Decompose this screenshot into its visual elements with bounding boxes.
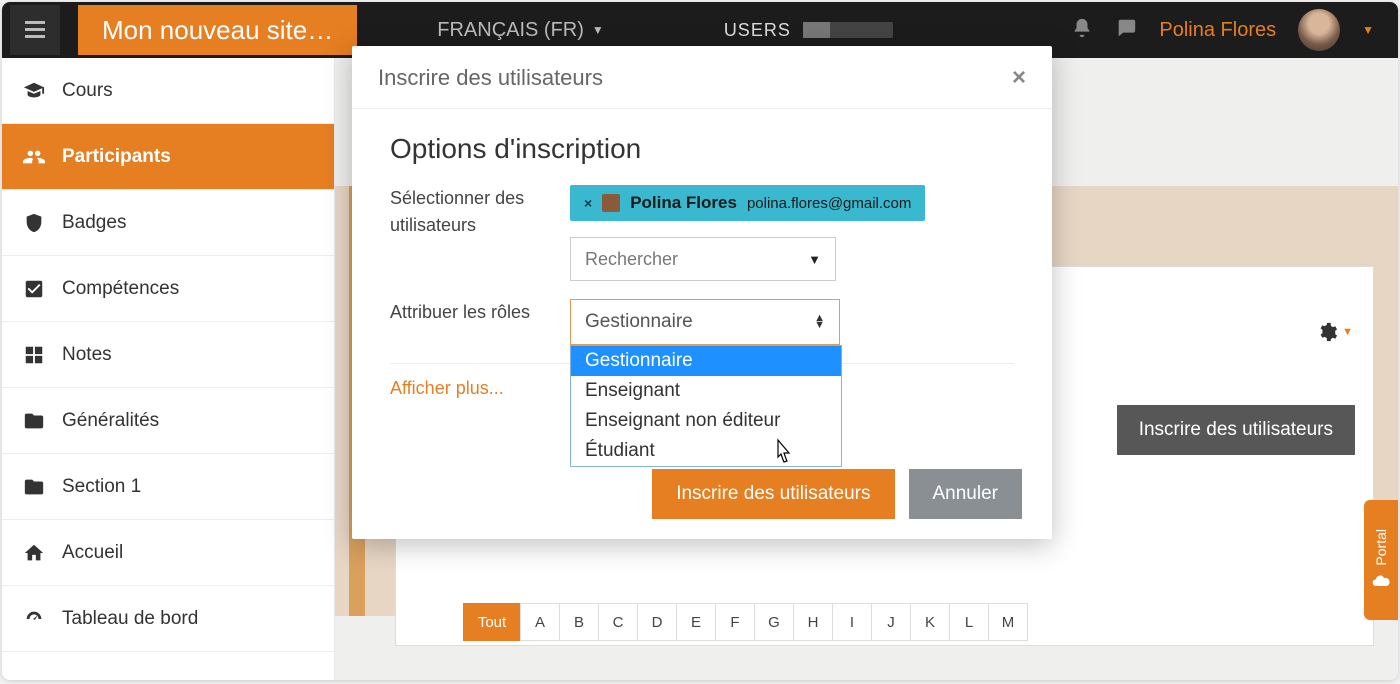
sidebar-item-label: Accueil bbox=[62, 542, 123, 564]
sidebar-item-label: Compétences bbox=[62, 278, 179, 300]
portal-label: Portal bbox=[1373, 529, 1389, 566]
show-more-link[interactable]: Afficher plus... bbox=[390, 378, 504, 399]
portal-tab[interactable]: Portal bbox=[1364, 500, 1398, 620]
enrol-users-page-button[interactable]: Inscrire des utilisateurs bbox=[1117, 405, 1355, 455]
sidebar-item-généralités[interactable]: Généralités bbox=[2, 388, 334, 454]
sidebar-item-compétences[interactable]: Compétences bbox=[2, 256, 334, 322]
alpha-I[interactable]: I bbox=[832, 603, 872, 641]
user-search-input[interactable]: Rechercher ▼ bbox=[570, 237, 836, 281]
sidebar-item-participants[interactable]: Participants bbox=[2, 124, 334, 190]
modal-title: Inscrire des utilisateurs bbox=[378, 65, 603, 91]
search-placeholder: Rechercher bbox=[585, 249, 678, 270]
selected-user-chip[interactable]: × Polina Flores polina.flores@gmail.com bbox=[570, 185, 925, 221]
grid-icon bbox=[22, 344, 46, 366]
role-option[interactable]: Enseignant non éditeur bbox=[571, 406, 841, 436]
sidebar-item-section-1[interactable]: Section 1 bbox=[2, 454, 334, 520]
role-dropdown: GestionnaireEnseignantEnseignant non édi… bbox=[570, 345, 842, 467]
role-option[interactable]: Gestionnaire bbox=[571, 346, 841, 376]
sidebar-item-notes[interactable]: Notes bbox=[2, 322, 334, 388]
alpha-K[interactable]: K bbox=[910, 603, 950, 641]
role-option[interactable]: Enseignant bbox=[571, 376, 841, 406]
hamburger-icon bbox=[25, 21, 45, 39]
gear-icon bbox=[1316, 321, 1338, 343]
site-brand[interactable]: Mon nouveau site… bbox=[78, 5, 357, 55]
role-option[interactable]: Étudiant bbox=[571, 436, 841, 466]
alpha-J[interactable]: J bbox=[871, 603, 911, 641]
chip-user-email: polina.flores@gmail.com bbox=[747, 195, 911, 212]
modal-section-title: Options d'inscription bbox=[390, 133, 1014, 165]
messages-button[interactable] bbox=[1115, 17, 1137, 44]
sidebar-item-badges[interactable]: Badges bbox=[2, 190, 334, 256]
select-users-label: Sélectionner des utilisateurs bbox=[390, 185, 570, 281]
check-square-icon bbox=[22, 278, 46, 300]
sidebar-item-label: Participants bbox=[62, 146, 171, 168]
alpha-M[interactable]: M bbox=[988, 603, 1028, 641]
chip-avatar bbox=[602, 194, 620, 212]
sidebar-item-label: Section 1 bbox=[62, 476, 141, 498]
enrol-users-modal: Inscrire des utilisateurs × Options d'in… bbox=[352, 46, 1052, 539]
hamburger-button[interactable] bbox=[10, 5, 60, 55]
caret-down-icon: ▼ bbox=[592, 23, 604, 37]
cancel-button[interactable]: Annuler bbox=[909, 469, 1023, 519]
folder-icon bbox=[22, 476, 46, 498]
alpha-D[interactable]: D bbox=[637, 603, 677, 641]
home-icon bbox=[22, 542, 46, 564]
card-settings-button[interactable]: ▼ bbox=[1316, 321, 1353, 343]
graduation-icon bbox=[22, 80, 46, 102]
user-name[interactable]: Polina Flores bbox=[1159, 19, 1276, 42]
assign-roles-label: Attribuer les rôles bbox=[390, 299, 570, 345]
dropdown-triangle-icon: ▼ bbox=[808, 252, 821, 267]
sidebar-item-label: Généralités bbox=[62, 410, 159, 432]
alpha-L[interactable]: L bbox=[949, 603, 989, 641]
user-menu-caret-icon[interactable]: ▼ bbox=[1362, 23, 1374, 37]
notifications-button[interactable] bbox=[1071, 17, 1093, 44]
dashboard-icon bbox=[22, 608, 46, 630]
sidebar: Cours Participants Badges Compétences Notes G… bbox=[2, 58, 335, 680]
role-selected-value: Gestionnaire bbox=[585, 311, 693, 333]
alpha-A[interactable]: A bbox=[520, 603, 560, 641]
language-label: FRANÇAIS (FR) bbox=[437, 19, 584, 42]
chip-user-name: Polina Flores bbox=[630, 193, 737, 213]
cloud-icon bbox=[1371, 571, 1391, 591]
alpha-C[interactable]: C bbox=[598, 603, 638, 641]
sidebar-item-label: Tableau de bord bbox=[62, 608, 198, 630]
alpha-H[interactable]: H bbox=[793, 603, 833, 641]
sidebar-item-label: Badges bbox=[62, 212, 126, 234]
alpha-E[interactable]: E bbox=[676, 603, 716, 641]
modal-close-button[interactable]: × bbox=[1012, 64, 1026, 92]
sidebar-item-tableau-de-bord[interactable]: Tableau de bord bbox=[2, 586, 334, 652]
alpha-G[interactable]: G bbox=[754, 603, 794, 641]
sidebar-item-cours[interactable]: Cours bbox=[2, 58, 334, 124]
users-label: USERS bbox=[724, 20, 791, 41]
alpha-F[interactable]: F bbox=[715, 603, 755, 641]
bell-icon bbox=[1071, 17, 1093, 39]
sidebar-item-accueil[interactable]: Accueil bbox=[2, 520, 334, 586]
sidebar-item-label: Notes bbox=[62, 344, 112, 366]
remove-chip-icon[interactable]: × bbox=[584, 195, 592, 211]
shield-icon bbox=[22, 212, 46, 234]
enrol-users-submit-button[interactable]: Inscrire des utilisateurs bbox=[652, 469, 894, 519]
avatar[interactable] bbox=[1298, 9, 1340, 51]
role-select[interactable]: Gestionnaire ▲▼ GestionnaireEnseignantEn… bbox=[570, 299, 840, 345]
language-selector[interactable]: FRANÇAIS (FR) ▼ bbox=[437, 19, 604, 42]
select-caret-icon: ▲▼ bbox=[814, 315, 825, 328]
sidebar-item-label: Cours bbox=[62, 80, 113, 102]
alpha-filter-row: ToutABCDEFGHIJKLM bbox=[464, 603, 1028, 641]
folder-icon bbox=[22, 410, 46, 432]
users-icon bbox=[22, 146, 46, 168]
users-progress bbox=[803, 22, 893, 38]
alpha-B[interactable]: B bbox=[559, 603, 599, 641]
chat-icon bbox=[1115, 17, 1137, 39]
alpha-all[interactable]: Tout bbox=[463, 603, 521, 641]
caret-down-icon: ▼ bbox=[1342, 326, 1353, 338]
